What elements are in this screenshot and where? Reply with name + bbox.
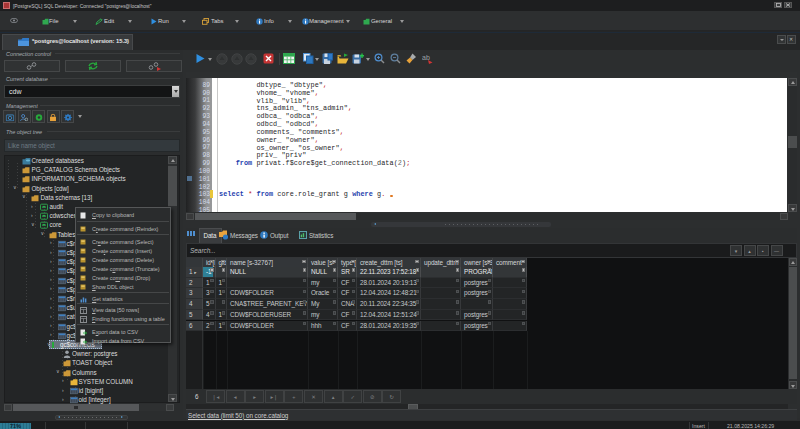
svg-text:ab: ab — [422, 54, 430, 61]
